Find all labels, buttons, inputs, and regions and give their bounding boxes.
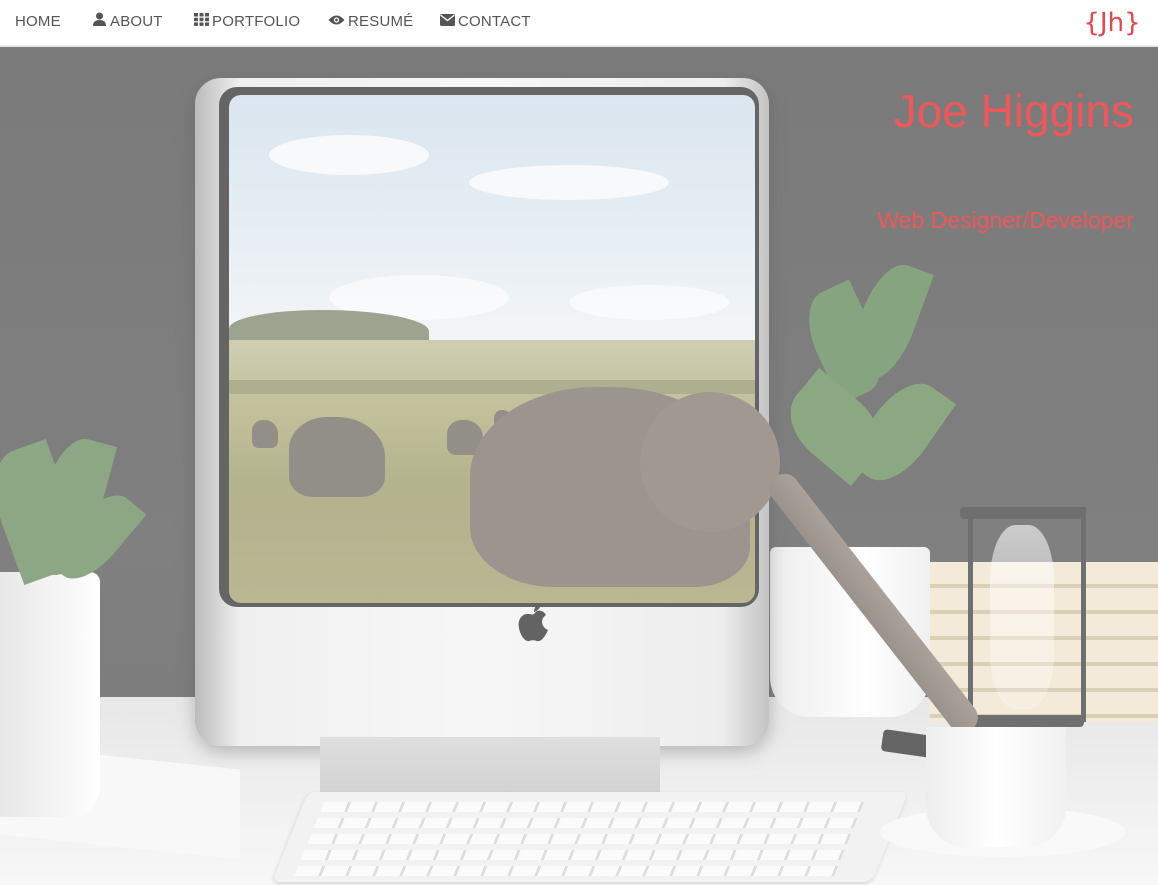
nav-home-link[interactable]: HOME	[15, 11, 61, 31]
nav-resume-link[interactable]: RESUMÉ	[328, 11, 413, 31]
grid-icon	[194, 12, 209, 30]
nav-contact-link[interactable]: CONTACT	[440, 11, 531, 31]
hero-section: Joe Higgins Web Designer/Developer	[0, 47, 1158, 885]
nav-about-label: ABOUT	[110, 12, 163, 30]
nav-resume-label: RESUMÉ	[348, 12, 414, 30]
nav-about-link[interactable]: ABOUT	[92, 11, 163, 31]
eye-icon	[328, 13, 345, 30]
nav-portfolio-link[interactable]: PORTFOLIO	[194, 11, 300, 31]
hero-tagline: Web Designer/Developer	[877, 207, 1134, 233]
hero-name: Joe Higgins	[893, 85, 1134, 137]
nav-contact-label: CONTACT	[458, 12, 531, 30]
top-navigation-bar: HOME ABOUT PORTFOLIO RESUMÉ CONTACT {Jh}	[0, 0, 1158, 47]
site-logo[interactable]: {Jh}	[1083, 4, 1140, 42]
nav-portfolio-label: PORTFOLIO	[212, 12, 301, 30]
hero-light-overlay	[0, 47, 1158, 885]
user-icon	[92, 12, 107, 30]
nav-home-label: HOME	[15, 12, 61, 30]
logo-text: {Jh}	[1083, 8, 1141, 38]
envelope-icon	[440, 13, 455, 30]
